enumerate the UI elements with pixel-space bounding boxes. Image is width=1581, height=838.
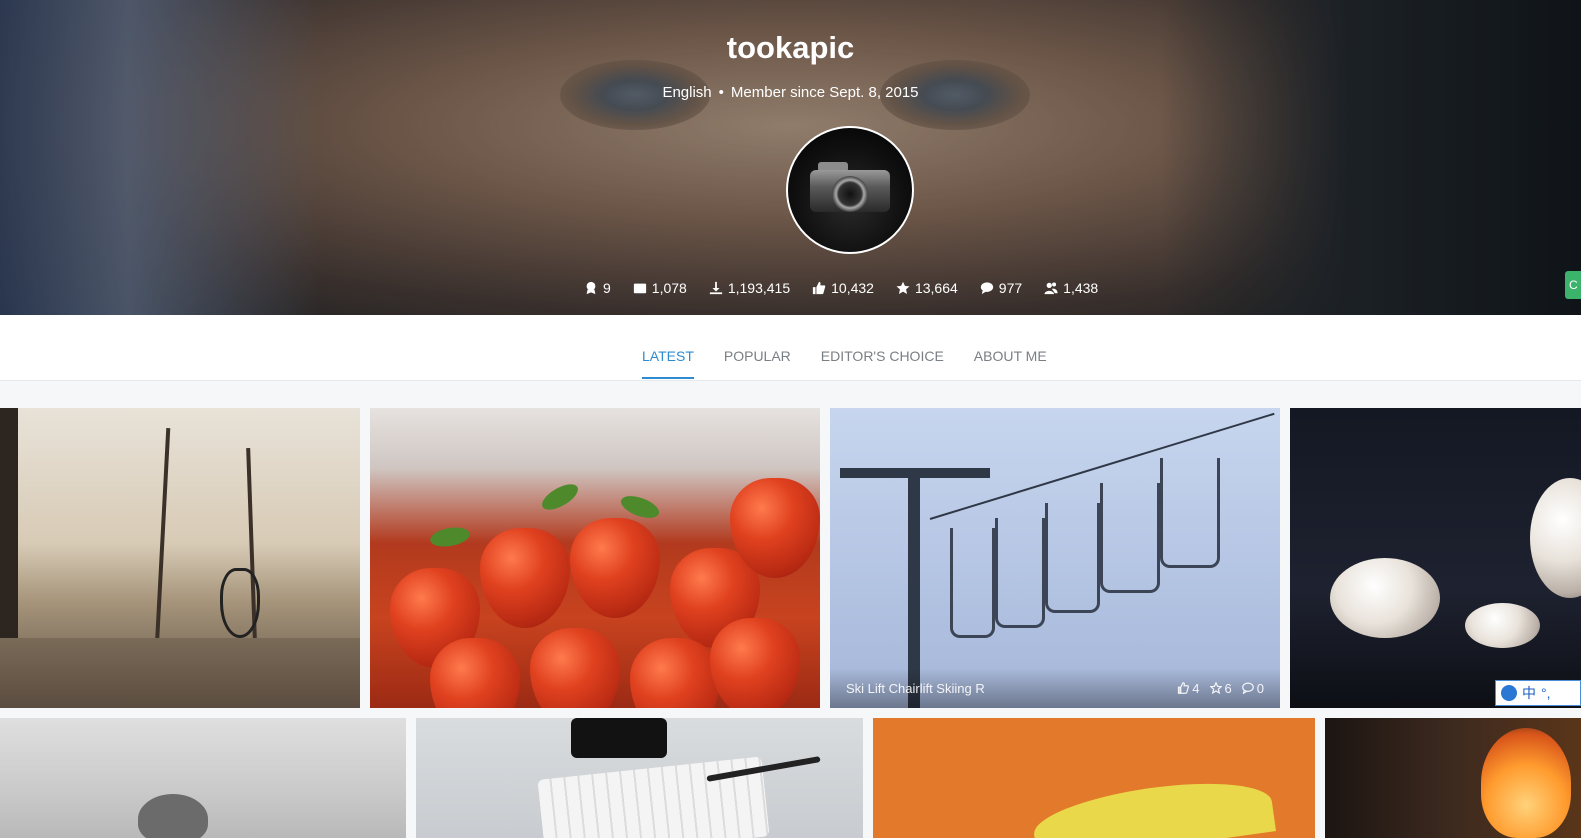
thumbs-up-icon [813,281,826,295]
stat-photos[interactable]: 1,078 [633,280,687,296]
ime-indicator[interactable]: 中 °, [1495,680,1581,706]
follow-button[interactable]: C [1565,271,1581,299]
profile-name: tookapic [726,30,855,65]
tab-about-me[interactable]: ABOUT ME [974,348,1047,364]
photo-tile-fire[interactable] [1325,718,1581,838]
comment-icon [980,282,993,295]
photo-tile-misty-road[interactable] [0,408,360,708]
photo-tile-ski-lift[interactable]: Ski Lift Chairlift Skiing R 4 6 0 [830,408,1280,708]
pigeon-shape [138,794,208,838]
followers-icon [1044,282,1058,295]
tab-latest[interactable]: LATEST [642,348,694,379]
photo-favorite-button[interactable]: 6 [1208,680,1232,696]
stat-awards[interactable]: 9 [584,280,611,296]
photo-hover-caption: Ski Lift Chairlift Skiing R 4 6 0 [830,668,1280,708]
profile-language[interactable]: English [662,84,711,101]
download-icon [709,281,722,295]
stat-likes[interactable]: 10,432 [812,280,874,296]
star-icon [896,281,910,294]
star-icon [1208,680,1223,694]
profile-stats: 9 1,078 1,193,415 10,432 13,664 977 1,43… [584,280,1098,296]
bicycle-shape [220,568,260,638]
member-since: Member since Sept. 8, 2015 [730,84,919,101]
photo-tile-garlic[interactable] [1290,408,1581,708]
user-icon [1501,685,1517,701]
photo-tile-banana[interactable] [873,718,1315,838]
photo-tile-pigeon[interactable] [0,718,406,838]
profile-tabs: LATEST POPULAR EDITOR'S CHOICE ABOUT ME [642,348,1047,379]
avatar[interactable] [786,126,914,254]
tab-popular[interactable]: POPULAR [724,348,791,364]
profile-meta: English • Member since Sept. 8, 2015 [0,84,1581,101]
thumbs-up-icon [1178,681,1190,694]
photo-like-button[interactable]: 4 [1177,681,1200,696]
tab-editors-choice[interactable]: EDITOR'S CHOICE [821,348,944,364]
stat-favorites[interactable]: 13,664 [896,280,958,296]
photo-tile-strawberries[interactable] [370,408,820,708]
profile-cover: tookapic English • Member since Sept. 8, 2… [0,0,1581,315]
profile-page: tookapic English • Member since Sept. 8, 2… [0,0,1581,838]
comment-icon [1241,682,1254,695]
photos-icon [633,283,646,294]
stat-downloads[interactable]: 1,193,415 [709,280,790,296]
stat-comments[interactable]: 977 [980,280,1022,296]
photo-tile-desk-keyboard[interactable] [416,718,863,838]
profile-tabs-bar: LATEST POPULAR EDITOR'S CHOICE ABOUT ME [0,315,1581,381]
award-icon [586,281,596,295]
separator-dot: • [718,84,724,101]
stat-followers[interactable]: 1,438 [1044,280,1098,296]
photo-comment-button[interactable]: 0 [1241,681,1264,696]
photo-title[interactable]: Ski Lift Chairlift Skiing R [846,681,1177,696]
